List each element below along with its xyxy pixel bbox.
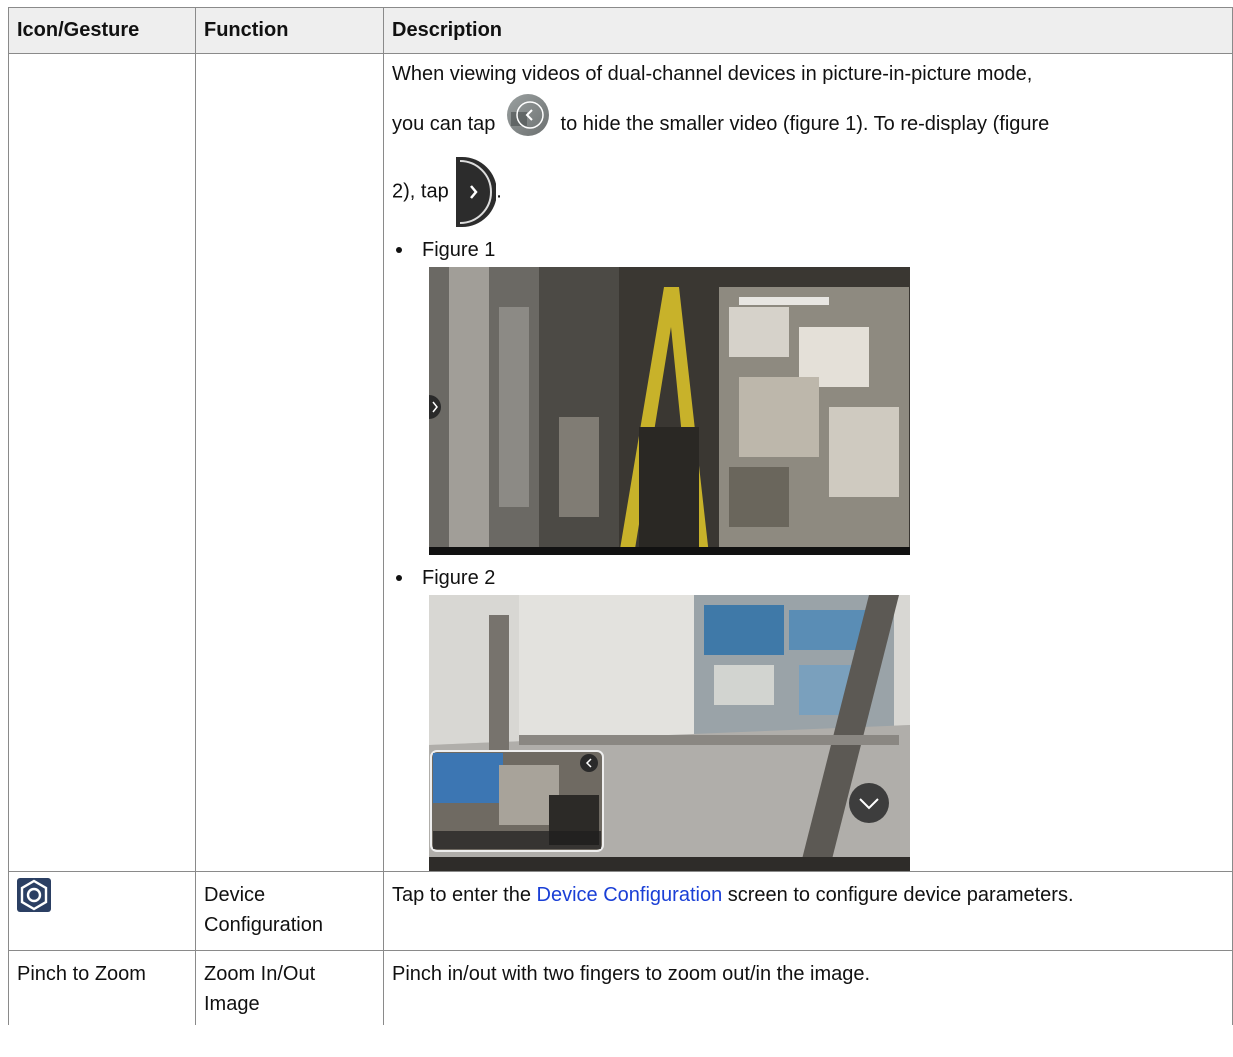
config-icon-cell (8, 871, 196, 951)
figure-1-image (429, 267, 910, 555)
pip-description-cell: When viewing videos of dual-channel devi… (383, 53, 1233, 872)
bullet-icon (396, 247, 402, 253)
table-row: Pinch to Zoom Zoom In/Out Image Pinch in… (8, 950, 1233, 1025)
header-function: Function (195, 7, 384, 54)
figure-2-image (429, 595, 910, 871)
zoom-gesture-cell: Pinch to Zoom (8, 950, 196, 1025)
hide-pip-icon (505, 92, 551, 157)
pip-text-line-1: When viewing videos of dual-channel devi… (392, 63, 1033, 85)
figure-1-label: Figure 1 (422, 238, 496, 261)
figure-2-bullet: Figure 2 (392, 561, 1224, 595)
pip-text-line-3: 2), tap . (392, 157, 1224, 227)
zoom-description-cell: Pinch in/out with two fingers to zoom ou… (383, 950, 1233, 1025)
pip-text: . (496, 180, 502, 203)
table-row: When viewing videos of dual-channel devi… (8, 53, 1233, 872)
show-pip-icon (456, 157, 498, 227)
gesture-table: Icon/Gesture Function Description When v… (8, 7, 1233, 1025)
table-row: Device Configuration Tap to enter the De… (8, 871, 1233, 951)
config-function-cell: Device Configuration (195, 871, 384, 951)
device-configuration-link[interactable]: Device Configuration (537, 884, 723, 906)
figure-2-label: Figure 2 (422, 566, 496, 589)
empty-cell (8, 53, 196, 872)
zoom-function-cell: Zoom In/Out Image (195, 950, 384, 1025)
pip-text-line-2: you can tap to hide the smaller video (f… (392, 92, 1224, 157)
header-description: Description (383, 7, 1233, 54)
config-desc-suffix: screen to configure device parameters. (727, 884, 1074, 906)
bullet-icon (396, 575, 402, 581)
header-icon-gesture: Icon/Gesture (8, 7, 196, 54)
figure-1-bullet: Figure 1 (392, 233, 1224, 267)
pip-text: to hide the smaller video (figure 1). To… (560, 112, 1050, 135)
table-header-row: Icon/Gesture Function Description (8, 7, 1233, 54)
settings-hexagon-icon (17, 878, 51, 917)
pip-text: you can tap (392, 112, 496, 135)
empty-cell (195, 53, 384, 872)
pip-text: 2), tap (392, 180, 449, 203)
config-description-cell: Tap to enter the Device Configuration sc… (383, 871, 1233, 951)
config-desc-prefix: Tap to enter the (392, 884, 531, 906)
